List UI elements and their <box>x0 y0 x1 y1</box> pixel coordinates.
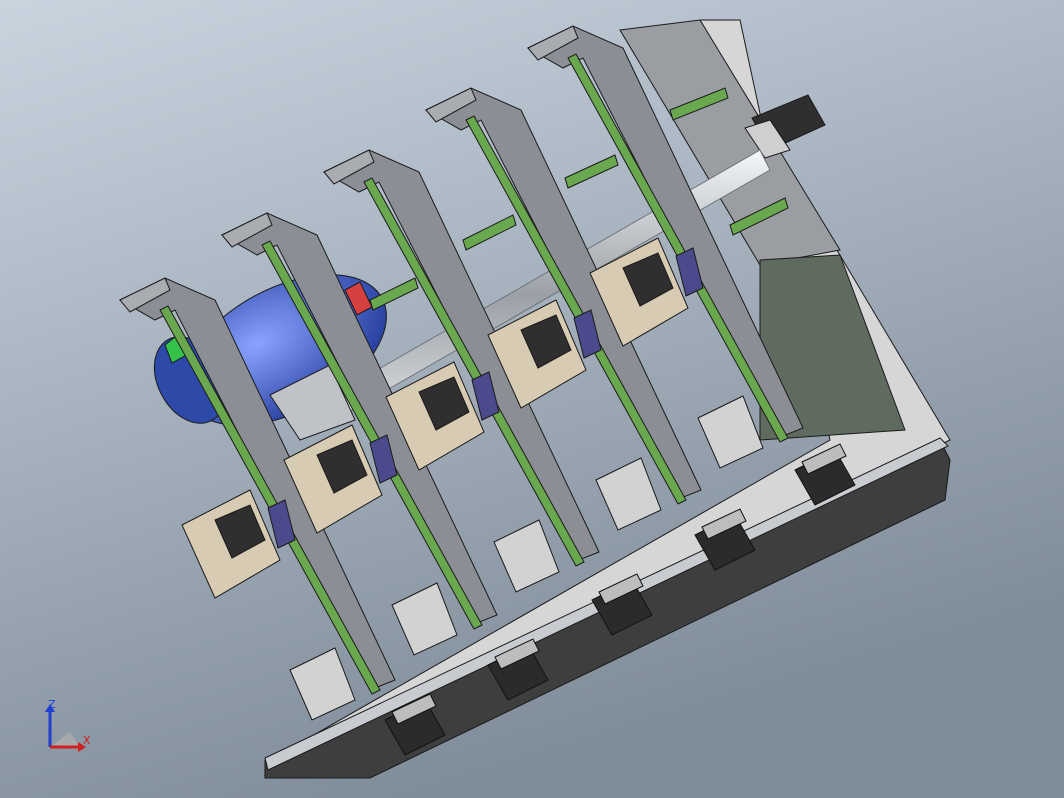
z-axis-label: Z <box>48 698 56 711</box>
y-axis-plane <box>50 732 80 747</box>
assembly-model[interactable] <box>0 0 1064 798</box>
cad-viewport[interactable]: Z X <box>0 0 1064 798</box>
x-axis-label: X <box>83 734 91 747</box>
coordinate-triad: Z X <box>40 698 100 758</box>
